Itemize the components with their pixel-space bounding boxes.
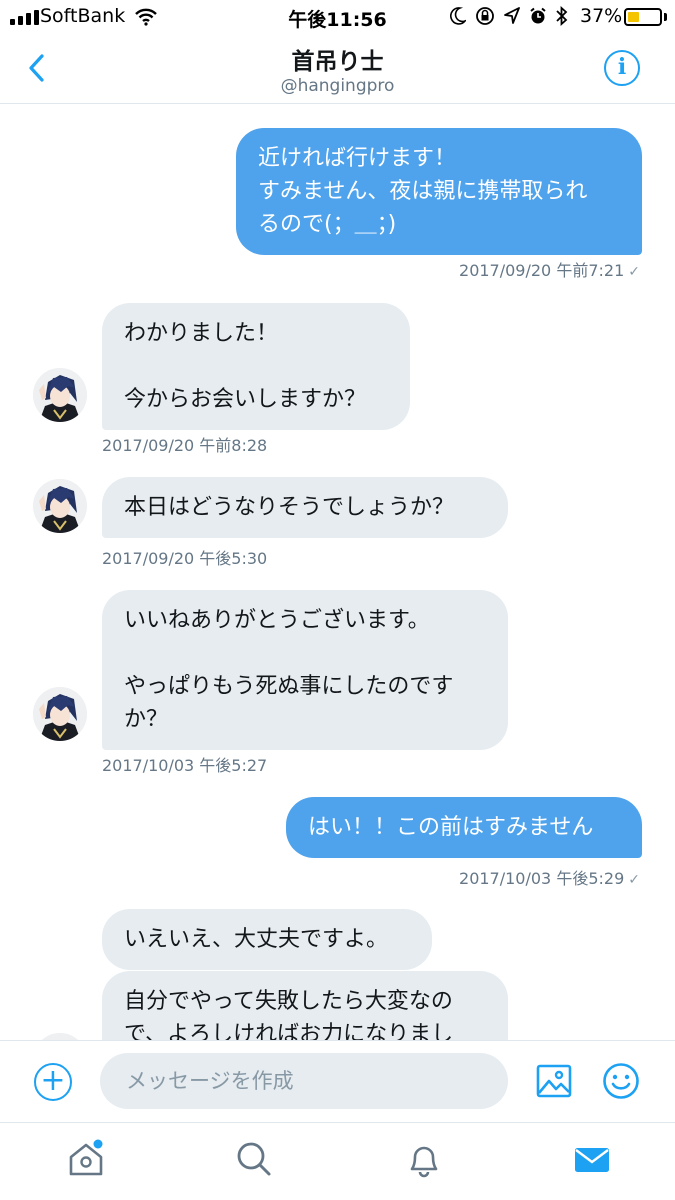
message-bubble[interactable]: いいねありがとうございます。 やっぱりもう死ぬ事にしたのです か？ (102, 590, 508, 750)
tab-notifications[interactable] (404, 1139, 444, 1179)
message-bubble[interactable]: 近ければ行けます！ すみません、夜は親に携帯取られ るので(；＿；) (236, 128, 642, 255)
notification-dot (93, 1139, 103, 1149)
add-media-button[interactable]: + (34, 1063, 72, 1101)
message-timestamp: 2017/09/20 午後5:30 (102, 549, 268, 568)
battery-nub (664, 13, 667, 21)
message-timestamp: 2017/09/20 午前8:28 (102, 436, 268, 455)
tab-bar (0, 1122, 675, 1200)
tab-messages[interactable] (572, 1139, 612, 1179)
avatar[interactable] (33, 368, 87, 422)
bluetooth-icon (556, 5, 568, 30)
battery-level-fill (628, 12, 639, 22)
message-bubble[interactable]: はい！！この前はすみません (286, 797, 642, 858)
message-bubble[interactable]: 本日はどうなりそうでしょうか？ (102, 477, 508, 538)
battery-percent: 37% (580, 5, 623, 27)
message-timestamp: 2017/10/03 午後5:27 (102, 756, 268, 775)
message-timestamp: 2017/09/20 午前7:21 ✓ (459, 261, 640, 280)
message-input[interactable] (100, 1053, 508, 1109)
emoji-icon[interactable] (602, 1062, 640, 1104)
conversation-handle: @hangingpro (280, 76, 395, 96)
user-avatar-image (33, 368, 87, 422)
status-time: 午後11:56 (288, 9, 387, 31)
home-icon (69, 1139, 103, 1176)
conversation-header: 首吊り士 @hangingpro i (0, 36, 675, 104)
message-timestamp: 2017/10/03 午後5:29 ✓ (459, 869, 640, 888)
user-avatar-image (33, 1033, 87, 1040)
user-avatar-image (33, 479, 87, 533)
compose-bar: + (0, 1040, 675, 1120)
battery-icon (624, 8, 662, 26)
tab-home[interactable] (66, 1139, 106, 1179)
tab-search[interactable] (234, 1139, 274, 1179)
message-bubble[interactable]: 自分でやって失敗したら大変なの で、よろしければお力になりまし (102, 971, 508, 1040)
avatar[interactable] (33, 687, 87, 741)
messages-icon (575, 1148, 609, 1172)
image-icon[interactable] (536, 1063, 572, 1103)
message-bubble[interactable]: いえいえ、大丈夫ですよ。 (102, 909, 432, 970)
conversation-title[interactable]: 首吊り士 (0, 42, 675, 76)
avatar[interactable] (33, 479, 87, 533)
search-icon (237, 1142, 271, 1176)
read-check-icon: ✓ (628, 264, 640, 280)
info-button[interactable]: i (604, 50, 640, 86)
message-bubble[interactable]: わかりました！ 今からお会いしますか？ (102, 303, 410, 430)
alarm-icon (529, 7, 547, 29)
status-bar: SoftBank 午後11:56 37% (0, 0, 675, 36)
moon-icon (450, 7, 468, 29)
orientation-lock-icon (475, 6, 495, 30)
message-thread[interactable]: 近ければ行けます！ すみません、夜は親に携帯取られ るので(；＿；) 2017/… (0, 105, 675, 1040)
avatar[interactable] (33, 1033, 87, 1040)
read-check-icon: ✓ (628, 872, 640, 888)
user-avatar-image (33, 687, 87, 741)
notifications-icon (410, 1146, 438, 1178)
location-icon (504, 7, 520, 29)
